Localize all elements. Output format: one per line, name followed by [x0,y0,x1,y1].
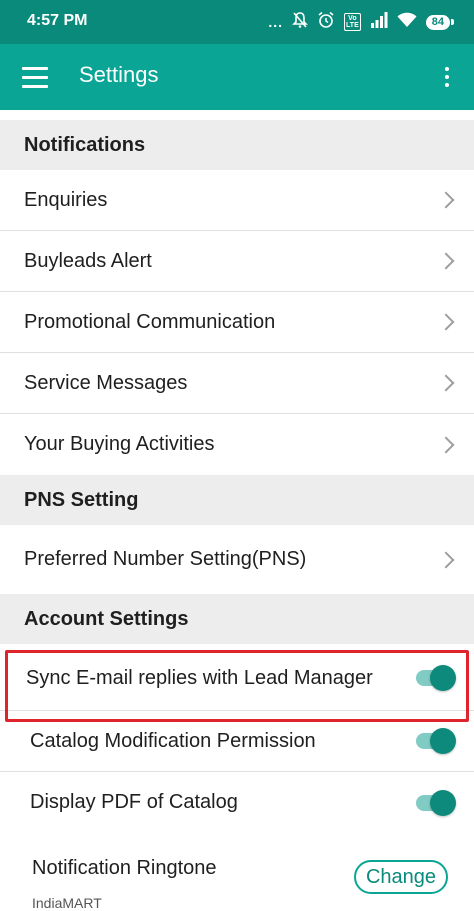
signal-icon [370,11,388,33]
chevron-right-icon [437,551,455,568]
status-bar: 4:57 PM ... Vo LTE 84 [0,0,474,44]
change-ringtone-button[interactable]: Change [354,860,448,894]
mute-icon [292,11,308,34]
sync-email-toggle[interactable] [414,664,456,692]
setting-item-enquiries[interactable]: Enquiries [0,170,474,231]
toggle-thumb [430,665,456,691]
setting-item-catalog-modification-permission[interactable]: Catalog Modification Permission [0,711,474,772]
hamburger-menu-icon[interactable] [22,62,52,92]
chevron-right-icon [437,374,455,392]
setting-item-sync-email-replies[interactable]: Sync E-mail replies with Lead Manager [0,646,474,711]
setting-item-display-pdf-of-catalog[interactable]: Display PDF of Catalog [0,772,474,833]
battery-icon: 84 [425,14,455,30]
chevron-right-icon [437,191,455,209]
chevron-right-icon [437,313,455,331]
notification-ringtone-label: Notification Ringtone [32,857,217,879]
catalog-modification-toggle[interactable] [414,727,456,755]
status-time: 4:57 PM [27,12,88,29]
section-header-pns-setting: PNS Setting [0,475,474,525]
wifi-icon [397,12,417,33]
setting-item-label: Catalog Modification Permission [30,729,316,752]
setting-item-your-buying-activities[interactable]: Your Buying Activities [0,414,474,475]
settings-list: Notifications Enquiries Buyleads Alert P… [0,120,474,833]
toggle-thumb [430,728,456,754]
section-header-account-settings: Account Settings [0,594,474,644]
chevron-right-icon [437,436,455,453]
app-bar: Settings [0,44,474,110]
setting-item-label: Promotional Communication [24,310,276,333]
setting-item-label: Preferred Number Setting(PNS) [24,548,307,570]
status-icons: ... Vo LTE 84 [268,11,455,34]
setting-item-label: Enquiries [24,188,108,211]
setting-item-label: Your Buying Activities [24,433,215,455]
overflow-menu-icon[interactable] [440,62,454,92]
display-pdf-toggle[interactable] [414,789,456,817]
toggle-thumb [430,789,456,816]
page-title: Settings [79,62,159,87]
setting-item-preferred-number-setting[interactable]: Preferred Number Setting(PNS) [0,525,474,594]
volte-icon: Vo LTE [344,13,361,31]
setting-item-buyleads-alert[interactable]: Buyleads Alert [0,231,474,292]
top-spacer [0,110,474,120]
setting-item-label: Display PDF of Catalog [30,791,238,813]
setting-item-label: Sync E-mail replies with Lead Manager [26,666,373,689]
alarm-icon [317,11,335,34]
setting-item-label: Service Messages [24,371,188,394]
notification-ringtone-value: IndiaMART [32,895,102,911]
setting-item-promotional-communication[interactable]: Promotional Communication [0,292,474,353]
chevron-right-icon [437,252,455,270]
setting-item-label: Buyleads Alert [24,249,152,272]
setting-item-service-messages[interactable]: Service Messages [0,353,474,414]
more-notifications-icon: ... [268,14,284,30]
section-header-notifications: Notifications [0,120,474,170]
